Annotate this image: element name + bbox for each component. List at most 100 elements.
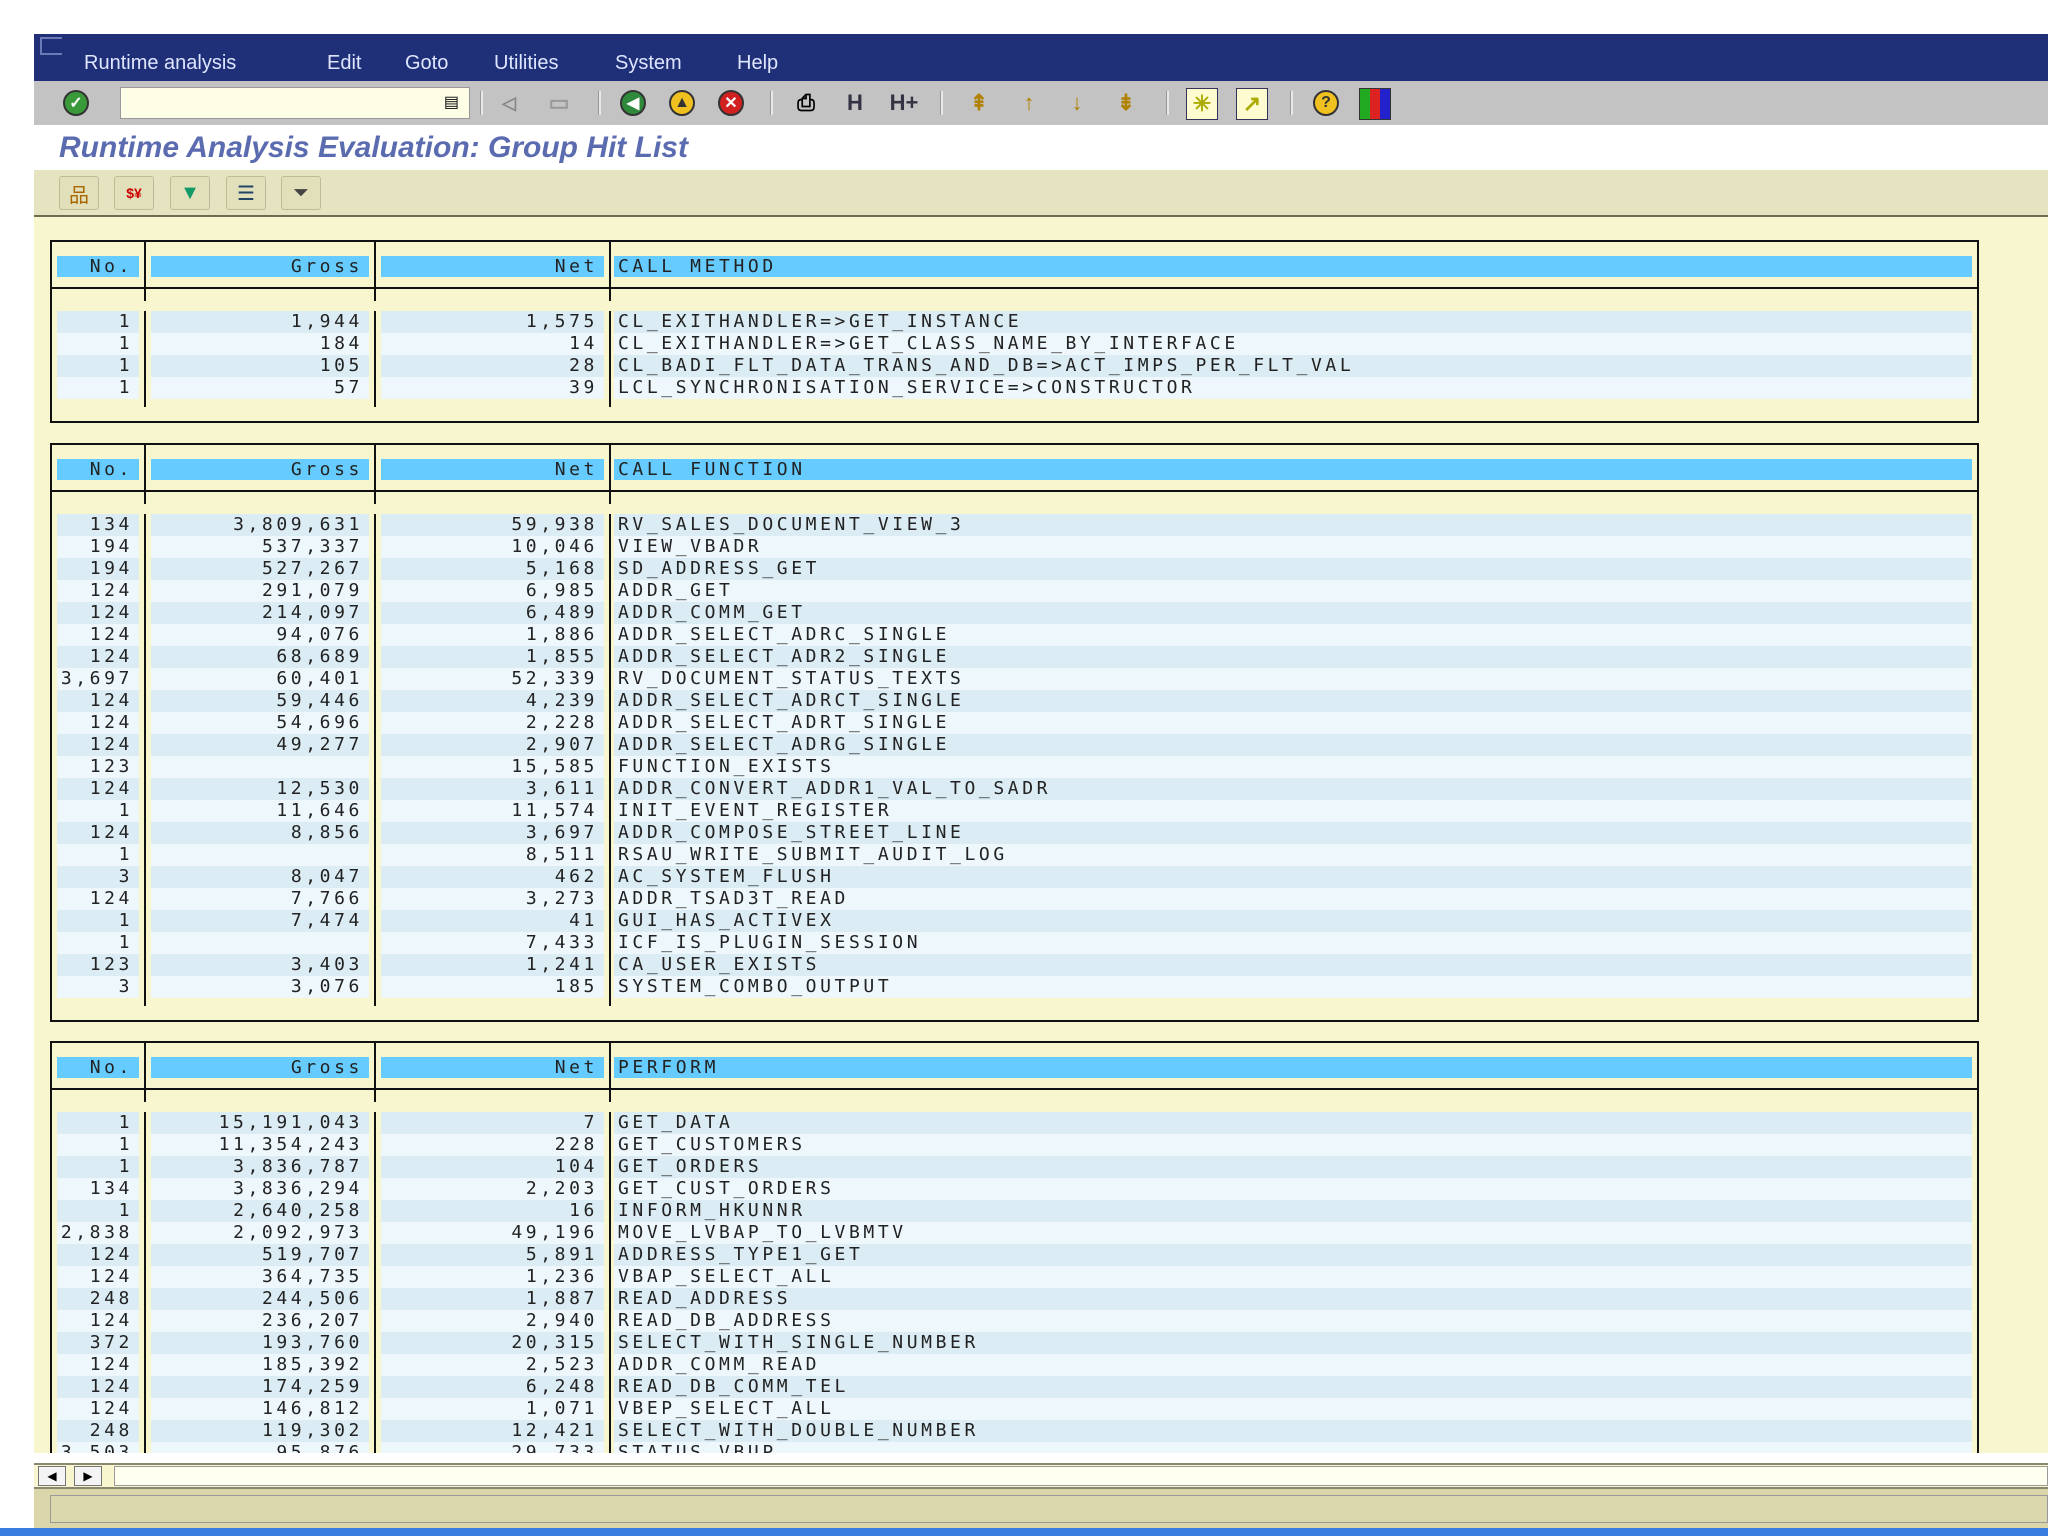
table-row[interactable]: 2,838 2,092,973 49,196 MOVE_LVBAP_TO_LVBMTV bbox=[52, 1222, 1977, 1244]
table-row[interactable]: 1 3,836,787 104 GET_ORDERS bbox=[52, 1156, 1977, 1178]
scroll-left-button[interactable]: ◀ bbox=[38, 1466, 66, 1486]
value-name: VBEP_SELECT_ALL bbox=[614, 1398, 1972, 1420]
table-row[interactable]: 124 49,277 2,907 ADDR_SELECT_ADRG_SINGLE bbox=[52, 734, 1977, 756]
cell-col-gross: 3,403 bbox=[146, 954, 376, 976]
table-row[interactable]: 1 11,646 11,574 INIT_EVENT_REGISTER bbox=[52, 800, 1977, 822]
value-gross: 12,530 bbox=[151, 778, 369, 800]
cell-col-no: 124 bbox=[52, 646, 146, 668]
value-name: RSAU_WRITE_SUBMIT_AUDIT_LOG bbox=[614, 844, 1972, 866]
cell-col-gross: 68,689 bbox=[146, 646, 376, 668]
table-row[interactable]: 3 3,076 185 SYSTEM_COMBO_OUTPUT bbox=[52, 976, 1977, 998]
value-no: 124 bbox=[57, 1398, 139, 1420]
table-row[interactable]: 248 244,506 1,887 READ_ADDRESS bbox=[52, 1288, 1977, 1310]
scroll-track[interactable] bbox=[114, 1466, 2048, 1486]
cell-col-gross: 7,474 bbox=[146, 910, 376, 932]
cell-col-no: 124 bbox=[52, 624, 146, 646]
separator bbox=[1166, 91, 1169, 115]
menu-system[interactable]: System bbox=[615, 52, 682, 75]
table-row[interactable]: 3,697 60,401 52,339 RV_DOCUMENT_STATUS_TEXT… bbox=[52, 668, 1977, 690]
cell-col-no: 124 bbox=[52, 888, 146, 910]
table-row[interactable]: 134 3,809,631 59,938 RV_SALES_DOCUMENT_VIEW… bbox=[52, 514, 1977, 536]
value-no: 1 bbox=[57, 377, 139, 399]
table-row[interactable]: 1 15,191,043 7 GET_DATA bbox=[52, 1112, 1977, 1134]
table-row[interactable]: 124 185,392 2,523 ADDR_COMM_READ bbox=[52, 1354, 1977, 1376]
table-row[interactable]: 194 527,267 5,168 SD_ADDRESS_GET bbox=[52, 558, 1977, 580]
find-next-icon[interactable]: H+ bbox=[889, 88, 919, 118]
table-row[interactable]: 1 7,474 41 GUI_HAS_ACTIVEX bbox=[52, 910, 1977, 932]
table-row[interactable]: 124 146,812 1,071 VBEP_SELECT_ALL bbox=[52, 1398, 1977, 1420]
command-input[interactable] bbox=[121, 88, 425, 118]
cell-col-name bbox=[611, 1090, 1977, 1102]
menu-edit[interactable]: Edit bbox=[327, 52, 361, 75]
table-row[interactable]: 134 3,836,294 2,203 GET_CUST_ORDERS bbox=[52, 1178, 1977, 1200]
find-icon[interactable]: H bbox=[840, 88, 870, 118]
hierarchy-button[interactable]: 品 bbox=[59, 176, 99, 210]
table-row[interactable]: 1 184 14 CL_EXITHANDLER=>GET_CLASS_NAME_BY_… bbox=[52, 333, 1977, 355]
table-row[interactable]: 1 11,354,243 228 GET_CUSTOMERS bbox=[52, 1134, 1977, 1156]
cell-col-net: 5,168 bbox=[376, 558, 611, 580]
table-row[interactable]: 1 105 28 CL_BADI_FLT_DATA_TRANS_AND_DB=>ACT… bbox=[52, 355, 1977, 377]
table-row[interactable]: 124 12,530 3,611 ADDR_CONVERT_ADDR1_VAL_TO_… bbox=[52, 778, 1977, 800]
table-row[interactable]: 3,503 95,876 29,733 STATUS_VBUP bbox=[52, 1442, 1977, 1453]
details-button[interactable]: ☰ bbox=[226, 176, 266, 210]
table-row[interactable]: 124 291,079 6,985 ADDR_GET bbox=[52, 580, 1977, 602]
enter-check-icon[interactable]: ✓ bbox=[61, 88, 91, 118]
back-arrow-icon[interactable]: ◁ bbox=[494, 88, 524, 118]
filter-button[interactable]: ⏷ bbox=[281, 176, 321, 210]
cell-col-no: 124 bbox=[52, 602, 146, 624]
table-row[interactable]: 124 8,856 3,697 ADDR_COMPOSE_STREET_LINE bbox=[52, 822, 1977, 844]
table-row[interactable]: 1 2,640,258 16 INFORM_HKUNNR bbox=[52, 1200, 1977, 1222]
table-row[interactable]: 372 193,760 20,315 SELECT_WITH_SINGLE_NUMBE… bbox=[52, 1332, 1977, 1354]
layout-menu-icon[interactable] bbox=[1359, 88, 1391, 120]
table-row[interactable]: 1 8,511 RSAU_WRITE_SUBMIT_AUDIT_LOG bbox=[52, 844, 1977, 866]
table-row[interactable]: 124 68,689 1,855 ADDR_SELECT_ADR2_SINGLE bbox=[52, 646, 1977, 668]
table-row[interactable]: 248 119,302 12,421 SELECT_WITH_DOUBLE_NUMBE… bbox=[52, 1420, 1977, 1442]
create-session-icon[interactable]: ✳ bbox=[1186, 88, 1218, 120]
table-row[interactable]: 124 59,446 4,239 ADDR_SELECT_ADRCT_SINGLE bbox=[52, 690, 1977, 712]
table-row[interactable]: 124 94,076 1,886 ADDR_SELECT_ADRC_SINGLE bbox=[52, 624, 1977, 646]
value-no: 1 bbox=[57, 1156, 139, 1178]
value-gross: 236,207 bbox=[151, 1310, 369, 1332]
table-row[interactable]: 1 7,433 ICF_IS_PLUGIN_SESSION bbox=[52, 932, 1977, 954]
table-row[interactable]: 3 8,047 462 AC_SYSTEM_FLUSH bbox=[52, 866, 1977, 888]
previous-page-icon[interactable]: ↑ bbox=[1014, 88, 1044, 118]
print-icon[interactable]: ⎙ bbox=[791, 88, 821, 118]
value-name: CL_BADI_FLT_DATA_TRANS_AND_DB=>ACT_IMPS_… bbox=[614, 355, 1972, 377]
last-page-icon[interactable]: ⇟ bbox=[1111, 88, 1141, 118]
table-row[interactable]: 194 537,337 10,046 VIEW_VBADR bbox=[52, 536, 1977, 558]
menu-runtime-analysis[interactable]: Runtime analysis bbox=[84, 52, 236, 75]
table-row[interactable]: 124 364,735 1,236 VBAP_SELECT_ALL bbox=[52, 1266, 1977, 1288]
currency-button[interactable]: $¥ bbox=[114, 176, 154, 210]
table-row[interactable]: 124 7,766 3,273 ADDR_TSAD3T_READ bbox=[52, 888, 1977, 910]
cell-col-gross: 193,760 bbox=[146, 1332, 376, 1354]
table-row[interactable]: 124 519,707 5,891 ADDRESS_TYPE1_GET bbox=[52, 1244, 1977, 1266]
table-row[interactable]: 123 3,403 1,241 CA_USER_EXISTS bbox=[52, 954, 1977, 976]
horizontal-scrollbar[interactable]: ◀ ▶ bbox=[34, 1463, 2048, 1487]
create-shortcut-icon[interactable]: ↗ bbox=[1236, 88, 1268, 120]
next-page-icon[interactable]: ↓ bbox=[1062, 88, 1092, 118]
table-row[interactable]: 123 15,585 FUNCTION_EXISTS bbox=[52, 756, 1977, 778]
table-row[interactable]: 124 174,259 6,248 READ_DB_COMM_TEL bbox=[52, 1376, 1977, 1398]
command-history-icon[interactable]: ▤ bbox=[444, 92, 459, 112]
menu-help[interactable]: Help bbox=[737, 52, 778, 75]
table-row[interactable]: 1 1,944 1,575 CL_EXITHANDLER=>GET_INSTANCE bbox=[52, 311, 1977, 333]
value-name: STATUS_VBUP bbox=[614, 1442, 1972, 1453]
scroll-right-button[interactable]: ▶ bbox=[74, 1466, 102, 1486]
cancel-icon[interactable]: ✕ bbox=[716, 88, 746, 118]
table-row[interactable]: 124 236,207 2,940 READ_DB_ADDRESS bbox=[52, 1310, 1977, 1332]
help-icon[interactable]: ? bbox=[1311, 88, 1341, 118]
back-icon[interactable]: ◀ bbox=[618, 88, 648, 118]
table-row[interactable]: 124 214,097 6,489 ADDR_COMM_GET bbox=[52, 602, 1977, 624]
menu-goto[interactable]: Goto bbox=[405, 52, 448, 75]
save-icon[interactable]: ▭ bbox=[544, 88, 574, 118]
exit-icon[interactable]: ▲ bbox=[667, 88, 697, 118]
system-menu-icon[interactable] bbox=[40, 37, 62, 55]
first-page-icon[interactable]: ⇞ bbox=[964, 88, 994, 118]
status-bar bbox=[34, 1487, 2048, 1529]
menu-utilities[interactable]: Utilities bbox=[494, 52, 558, 75]
table-row[interactable]: 1 57 39 LCL_SYNCHRONISATION_SERVICE=>CONSTR… bbox=[52, 377, 1977, 399]
table-row[interactable]: 124 54,696 2,228 ADDR_SELECT_ADRT_SINGLE bbox=[52, 712, 1977, 734]
command-field[interactable]: ▤ bbox=[120, 87, 470, 119]
value-name: GET_ORDERS bbox=[614, 1156, 1972, 1178]
sort-button[interactable]: ▼ bbox=[170, 176, 210, 210]
